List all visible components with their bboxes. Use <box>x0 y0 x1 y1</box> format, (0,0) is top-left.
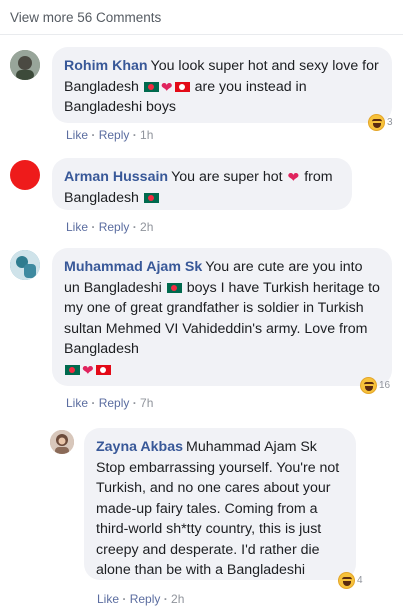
comment-time: 1h <box>140 128 154 142</box>
like-button[interactable]: Like <box>66 128 88 142</box>
reply-bubble: Zayna Akbas Muhammad Ajam Sk Stop embarra… <box>84 428 356 580</box>
reaction-count: 16 <box>379 380 391 391</box>
avatar[interactable] <box>50 430 74 454</box>
comment-author[interactable]: Muhammad Ajam Sk <box>64 259 202 275</box>
reply-button[interactable]: Reply <box>99 396 130 410</box>
comment-actions: Like · Reply · 1h <box>66 128 154 142</box>
bangladesh-flag-icon <box>143 192 159 203</box>
reaction-summary[interactable]: 4 <box>338 572 363 589</box>
bangladesh-flag-icon <box>166 282 182 293</box>
divider <box>0 34 403 35</box>
comment-actions: Like · Reply · 2h <box>97 592 185 606</box>
comment-author[interactable]: Rohim Khan <box>64 58 148 74</box>
comment-text: You are super hot <box>171 169 283 185</box>
like-button[interactable]: Like <box>97 592 119 606</box>
turkey-flag-icon <box>174 81 190 92</box>
reply-button[interactable]: Reply <box>99 220 130 234</box>
reaction-count: 4 <box>357 575 363 586</box>
avatar[interactable] <box>10 160 40 190</box>
reaction-summary[interactable]: 16 <box>360 377 390 394</box>
bangladesh-flag-icon <box>143 81 159 92</box>
comment-actions: Like · Reply · 7h <box>66 396 154 410</box>
reply-button[interactable]: Reply <box>130 592 161 606</box>
haha-reaction-icon <box>368 114 385 131</box>
comment-time: 7h <box>140 396 154 410</box>
reply-button[interactable]: Reply <box>99 128 130 142</box>
comment-bubble: Arman Hussain You are super hot ❤ from Ba… <box>52 158 352 210</box>
avatar[interactable] <box>10 250 40 280</box>
bangladesh-flag-icon <box>65 364 80 375</box>
turkey-flag-icon <box>95 364 111 375</box>
haha-reaction-icon <box>338 572 355 589</box>
avatar[interactable] <box>10 50 40 80</box>
heart-icon: ❤ <box>160 78 173 95</box>
comment-author[interactable]: Arman Hussain <box>64 169 168 185</box>
comment-author[interactable]: Zayna Akbas <box>96 439 183 455</box>
profile-photo-icon <box>10 250 40 280</box>
like-button[interactable]: Like <box>66 220 88 234</box>
haha-reaction-icon <box>360 377 377 394</box>
comment-actions: Like · Reply · 2h <box>66 220 154 234</box>
comment-text: Muhammad Ajam Sk Stop embarrassing yours… <box>96 439 340 578</box>
profile-photo-icon <box>10 50 40 80</box>
reaction-summary[interactable]: 3 <box>368 114 393 131</box>
comment-time: 2h <box>140 220 154 234</box>
profile-photo-icon <box>50 430 74 454</box>
heart-icon: ❤ <box>287 169 300 185</box>
comment-time: 2h <box>171 592 185 606</box>
comment-bubble: Rohim Khan You look super hot and sexy lo… <box>52 47 392 123</box>
heart-icon: ❤ <box>82 361 94 378</box>
view-more-comments-link[interactable]: View more 56 Comments <box>10 10 161 25</box>
like-button[interactable]: Like <box>66 396 88 410</box>
reaction-count: 3 <box>387 117 393 128</box>
comment-bubble: Muhammad Ajam Sk You are cute are you int… <box>52 248 392 386</box>
